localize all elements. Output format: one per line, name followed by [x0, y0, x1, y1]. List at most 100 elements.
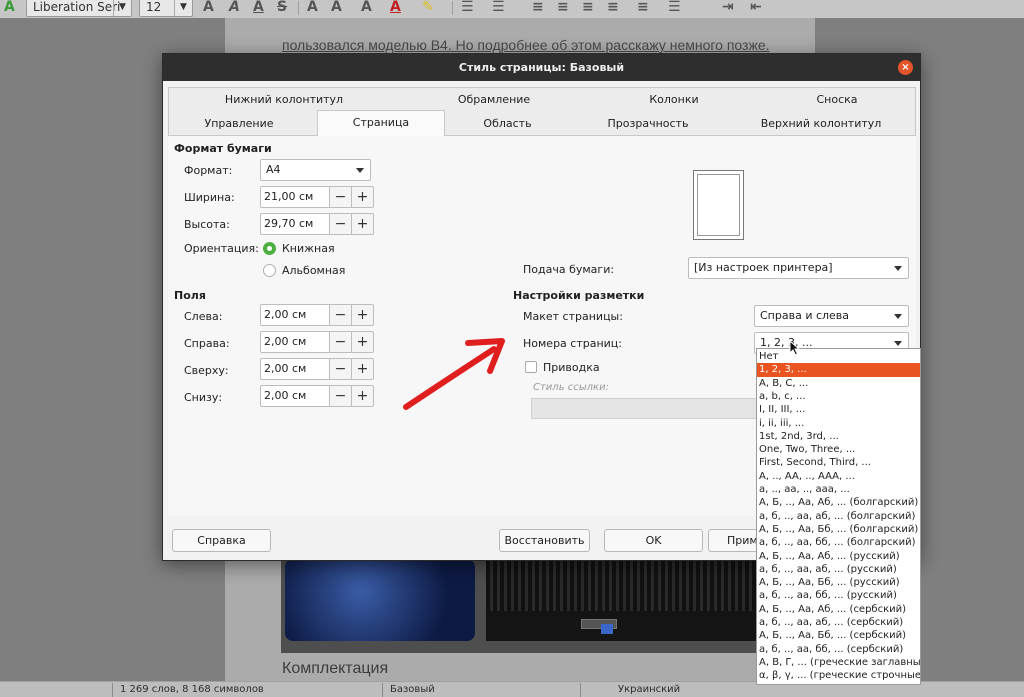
numbering-option[interactable]: a, .., aa, .., aaa, ... [757, 483, 920, 496]
numbering-option[interactable]: A, .., AA, .., AAA, ... [757, 470, 920, 483]
bullet-list-icon[interactable]: ☰ [461, 0, 474, 14]
numbering-option[interactable]: А, Б, .., Аа, Бб, ... (болгарский) [757, 523, 920, 536]
align-center-icon[interactable]: ≡ [557, 0, 569, 14]
font-size-combo[interactable]: 12 ▼ [139, 0, 193, 17]
bold-icon[interactable]: A [203, 0, 214, 14]
formatting-toolbar: A Liberation Seri ▼ 12 ▼ A A A S A A A A… [0, 0, 1024, 18]
numbering-option[interactable]: А, Б, .., Аа, Аб, ... (сербский) [757, 603, 920, 616]
chevron-down-icon [894, 266, 902, 271]
numbering-option[interactable]: а, б, .., аа, аб, ... (сербский) [757, 616, 920, 629]
word-count[interactable]: 1 269 слов, 8 168 символов [120, 682, 264, 697]
chevron-down-icon[interactable]: ▼ [113, 0, 131, 16]
page-preview [693, 170, 744, 240]
paragraph-spacing-icon[interactable]: ☰ [668, 0, 681, 14]
landscape-radio[interactable] [263, 264, 276, 277]
numbered-list-icon[interactable]: ☰ [492, 0, 505, 14]
minus-icon[interactable]: − [329, 186, 352, 208]
register-true-checkbox[interactable] [525, 361, 537, 373]
numbering-option[interactable]: 1st, 2nd, 3rd, ... [757, 430, 920, 443]
page-style-status[interactable]: Базовый [390, 682, 435, 697]
margin-bottom-input[interactable]: 2,00 см [260, 385, 330, 407]
landscape-label[interactable]: Альбомная [282, 264, 345, 277]
numbering-option[interactable]: α, β, γ, ... (греческие строчные) [757, 669, 920, 682]
close-icon[interactable]: × [898, 60, 913, 75]
font-color-icon[interactable]: A [390, 0, 401, 14]
highlight-icon[interactable]: ✎ [422, 0, 434, 14]
language-status[interactable]: Украинский [618, 682, 680, 697]
minus-icon[interactable]: − [329, 385, 352, 407]
numbering-option[interactable]: а, б, .., аа, аб, ... (болгарский) [757, 510, 920, 523]
numbering-option[interactable]: Α, Β, Γ, ... (греческие заглавные) [757, 656, 920, 669]
status-divider [580, 683, 581, 697]
help-button[interactable]: Справка [172, 529, 271, 552]
tab-page[interactable]: Страница [317, 110, 445, 136]
reset-button[interactable]: Восстановить [499, 529, 590, 552]
italic-icon[interactable]: A [229, 0, 240, 14]
underline-icon[interactable]: A [253, 0, 264, 14]
ok-button[interactable]: OK [604, 529, 703, 552]
align-left-icon[interactable]: ≡ [532, 0, 544, 14]
plus-icon[interactable]: + [351, 213, 374, 235]
numbering-option[interactable]: Нет [757, 350, 920, 363]
style-icon[interactable]: A [4, 0, 15, 14]
plus-icon[interactable]: + [351, 304, 374, 326]
tab-transparency[interactable]: Прозрачность [570, 112, 726, 136]
numbering-option[interactable]: I, II, III, ... [757, 403, 920, 416]
width-input[interactable]: 21,00 см [260, 186, 330, 208]
minus-icon[interactable]: − [329, 304, 352, 326]
register-true-label[interactable]: Приводка [543, 361, 600, 374]
tab-area[interactable]: Область [445, 112, 570, 136]
indent-increase-icon[interactable]: ⇥ [722, 0, 734, 14]
margin-right-input[interactable]: 2,00 см [260, 331, 330, 353]
tab-header[interactable]: Верхний колонтитул [726, 112, 916, 136]
plus-icon[interactable]: + [351, 331, 374, 353]
plus-icon[interactable]: + [351, 385, 374, 407]
numbering-option-selected[interactable]: 1, 2, 3, ... [757, 363, 920, 377]
tab-columns[interactable]: Колонки [589, 88, 759, 112]
numbering-option[interactable]: А, Б, .., Аа, Бб, ... (сербский) [757, 629, 920, 642]
minus-icon[interactable]: − [329, 331, 352, 353]
numbering-option[interactable]: i, ii, iii, ... [757, 417, 920, 430]
height-input[interactable]: 29,70 см [260, 213, 330, 235]
line-spacing-icon[interactable]: ≡ [637, 0, 649, 14]
numbering-option[interactable]: а, б, .., аа, бб, ... (сербский) [757, 643, 920, 656]
numbering-option[interactable]: First, Second, Third, ... [757, 456, 920, 469]
page-numbers-label: Номера страниц: [523, 337, 622, 350]
numbering-option[interactable]: а, б, .., аа, бб, ... (русский) [757, 589, 920, 602]
numbering-option[interactable]: a, b, c, ... [757, 390, 920, 403]
portrait-radio[interactable] [263, 242, 276, 255]
format-select[interactable]: A4 [260, 159, 371, 181]
plus-icon[interactable]: + [351, 186, 374, 208]
indent-decrease-icon[interactable]: ⇤ [750, 0, 762, 14]
justify-icon[interactable]: ≡ [607, 0, 619, 14]
paper-tray-select[interactable]: [Из настроек принтера] [688, 257, 909, 279]
numbering-option[interactable]: А, Б, .., Аа, Аб, ... (болгарский) [757, 496, 920, 509]
tab-footnote[interactable]: Сноска [759, 88, 915, 112]
numbering-option[interactable]: а, б, .., аа, аб, ... (русский) [757, 563, 920, 576]
minus-icon[interactable]: − [329, 213, 352, 235]
minus-icon[interactable]: − [329, 358, 352, 380]
tab-borders[interactable]: Обрамление [399, 88, 589, 112]
chevron-down-icon[interactable]: ▼ [174, 0, 192, 16]
clear-formatting-icon[interactable]: A [361, 0, 372, 14]
numbering-option[interactable]: а, б, .., аа, бб, ... (болгарский) [757, 536, 920, 549]
subscript-icon[interactable]: A [331, 0, 342, 14]
plus-icon[interactable]: + [351, 358, 374, 380]
reference-style-label: Стиль ссылки: [533, 382, 609, 393]
margin-top-input[interactable]: 2,00 см [260, 358, 330, 380]
mouse-pointer-icon [789, 340, 801, 356]
numbering-option[interactable]: А, Б, .., Аа, Аб, ... (русский) [757, 550, 920, 563]
strikethrough-icon[interactable]: S [277, 0, 287, 14]
font-name-combo[interactable]: Liberation Seri ▼ [26, 0, 132, 17]
page-layout-select[interactable]: Справа и слева [754, 305, 909, 327]
numbering-option[interactable]: А, Б, .., Аа, Бб, ... (русский) [757, 576, 920, 589]
numbering-option[interactable]: A, B, C, ... [757, 377, 920, 390]
numbering-option[interactable]: One, Two, Three, ... [757, 443, 920, 456]
margin-left-input[interactable]: 2,00 см [260, 304, 330, 326]
align-right-icon[interactable]: ≡ [582, 0, 594, 14]
portrait-label[interactable]: Книжная [282, 242, 335, 255]
superscript-icon[interactable]: A [307, 0, 318, 14]
margin-left-label: Слева: [184, 310, 223, 323]
tab-organizer[interactable]: Управление [169, 112, 309, 136]
tab-footer[interactable]: Нижний колонтитул [169, 88, 399, 112]
